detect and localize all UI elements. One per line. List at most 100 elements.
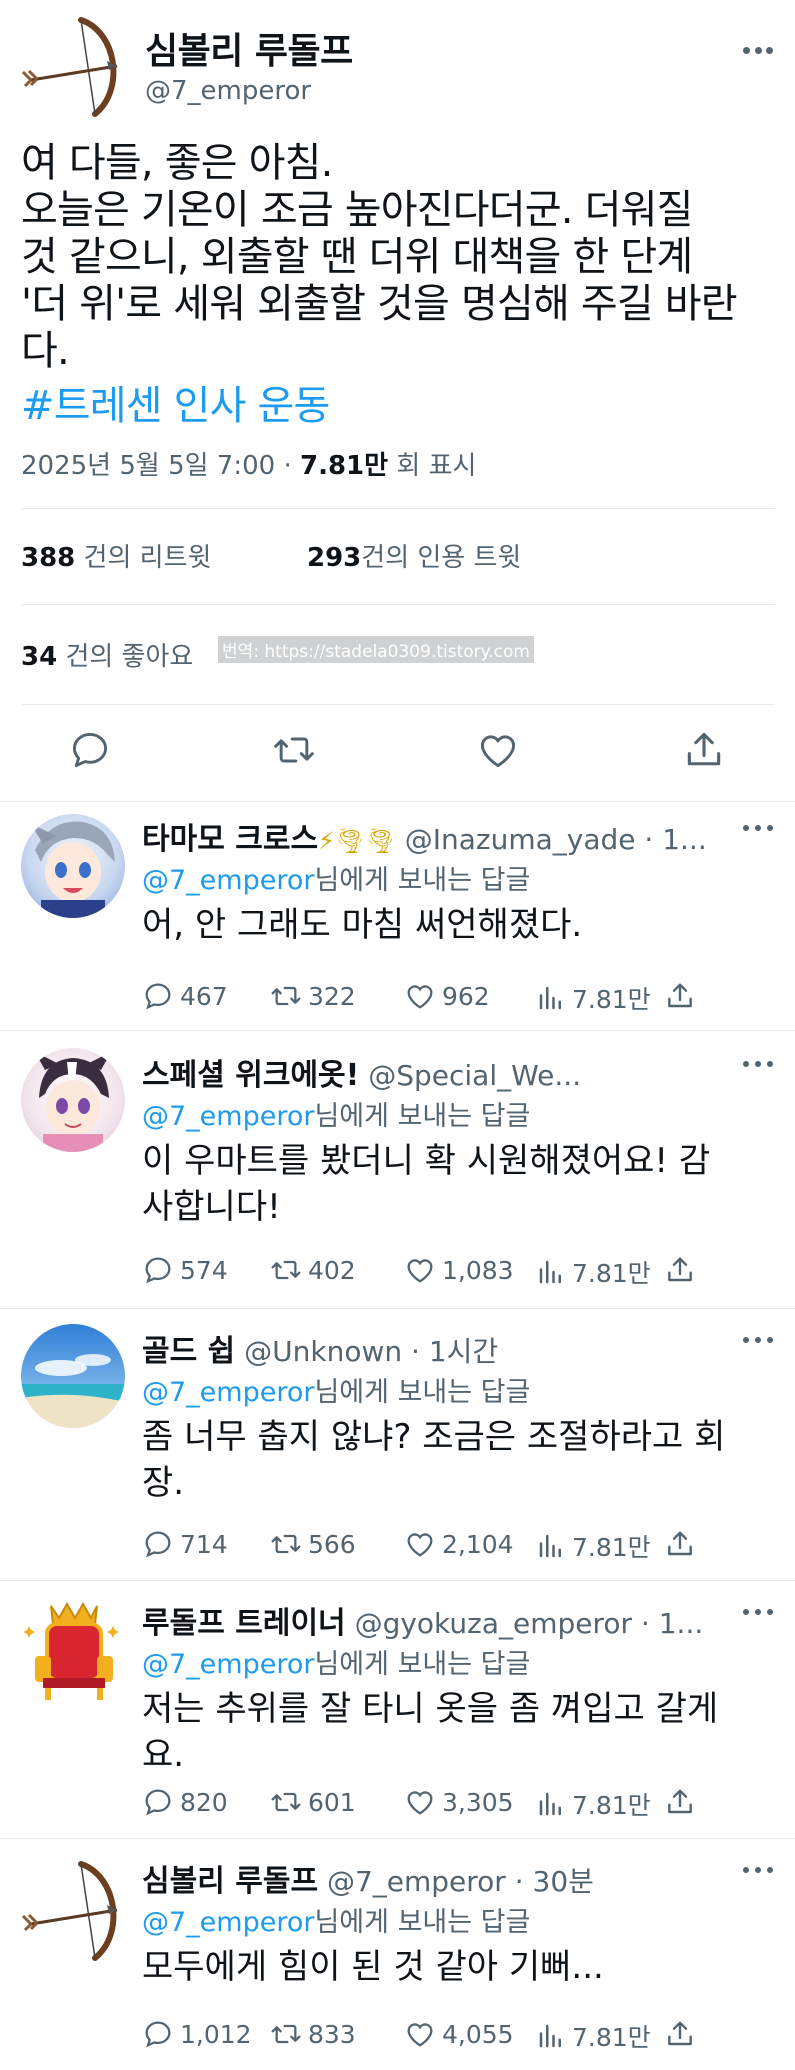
reply-header: 타마모 크로스⚡🌪🌪 @Inazuma_yade · 1... xyxy=(142,814,732,858)
share-button[interactable] xyxy=(682,728,726,772)
view-count: 7.81만 xyxy=(300,451,389,481)
retweet-count-button[interactable]: 601 xyxy=(270,1786,356,1818)
more-options-button[interactable] xyxy=(743,1602,773,1622)
divider xyxy=(21,508,775,509)
share-button[interactable] xyxy=(664,2018,696,2050)
bow-arrow-icon xyxy=(21,1861,118,1961)
avatar[interactable] xyxy=(21,814,125,918)
retweet-stat[interactable]: 388 건의 리트윗 xyxy=(21,537,211,574)
views-button[interactable]: 7.81만 xyxy=(536,1786,651,1822)
reply-header: 루돌프 트레이너 @gyokuza_emperor · 1... xyxy=(142,1598,732,1642)
author-name[interactable]: 심볼리 루돌프 xyxy=(145,22,353,74)
reply-author-handle[interactable]: @Special_We... xyxy=(368,1059,581,1092)
like-count: 1,083 xyxy=(442,1255,514,1285)
like-stat[interactable]: 34 건의 좋아요 xyxy=(21,636,193,673)
retweet-button[interactable] xyxy=(272,728,316,772)
reply-tweet[interactable]: 스페셜 위크에옷! @Special_We... @7_emperor님에게 보… xyxy=(0,1040,795,1306)
more-options-button[interactable] xyxy=(743,818,773,838)
like-count-button[interactable]: 4,055 xyxy=(404,2018,514,2050)
heart-icon xyxy=(480,735,516,768)
reply-author-name[interactable]: 타마모 크로스 xyxy=(142,822,318,857)
replying-to-link[interactable]: @7_emperor xyxy=(142,1907,314,1938)
reply-author-handle[interactable]: @gyokuza_emperor · 1... xyxy=(355,1607,704,1640)
replying-to-link[interactable]: @7_emperor xyxy=(142,1649,314,1680)
reply-count: 820 xyxy=(180,1787,228,1817)
reply-count-button[interactable]: 714 xyxy=(142,1528,228,1560)
views-button[interactable]: 7.81만 xyxy=(536,2018,651,2054)
retweet-count-button[interactable]: 402 xyxy=(270,1254,356,1286)
more-icon xyxy=(743,1061,749,1067)
reply-text: 이 우마트를 봤더니 확 시원해졌어요! 감 사합니다! xyxy=(142,1138,762,1230)
share-button[interactable] xyxy=(664,980,696,1012)
reply-author-handle[interactable]: @Unknown · 1시간 xyxy=(244,1335,498,1368)
reply-count-button[interactable]: 574 xyxy=(142,1254,228,1286)
divider xyxy=(0,1308,795,1309)
reply-author-handle[interactable]: @Inazuma_yade · 1... xyxy=(405,823,707,856)
reply-text-line: 저는 추위를 잘 타니 옷을 좀 껴입고 갈게 xyxy=(142,1689,719,1729)
like-count-button[interactable]: 3,305 xyxy=(404,1786,514,1818)
reply-actions: 574 402 1,083 7.81만 xyxy=(142,1254,702,1294)
reply-tweet[interactable]: 루돌프 트레이너 @gyokuza_emperor · 1... @7_empe… xyxy=(0,1588,795,1836)
retweet-count-button[interactable]: 566 xyxy=(270,1528,356,1560)
reply-tweet[interactable]: 골드 쉽 @Unknown · 1시간 @7_emperor님에게 보내는 답글… xyxy=(0,1316,795,1582)
tweet-text-line: 오늘은 기온이 조금 높아진다더군. 더워질 xyxy=(21,187,693,233)
reply-tweet[interactable]: 타마모 크로스⚡🌪🌪 @Inazuma_yade · 1... @7_emper… xyxy=(0,804,795,1030)
reply-tweet[interactable]: 심볼리 루돌프 @7_emperor · 30분 @7_emperor님에게 보… xyxy=(0,1846,795,2070)
tweet-date[interactable]: 2025년 5월 5일 7:00 · xyxy=(21,451,292,481)
reply-icon xyxy=(145,983,171,1010)
views-button[interactable]: 7.81만 xyxy=(536,1254,651,1290)
avatar[interactable] xyxy=(21,1598,125,1702)
replying-to-link[interactable]: @7_emperor xyxy=(142,1101,314,1132)
views-button[interactable]: 7.81만 xyxy=(536,980,651,1016)
main-avatar[interactable] xyxy=(21,14,125,118)
retweet-count: 601 xyxy=(308,1787,356,1817)
retweet-count-button[interactable]: 322 xyxy=(270,980,356,1012)
reply-count-button[interactable]: 1,012 xyxy=(142,2018,252,2050)
author-handle[interactable]: @7_emperor xyxy=(145,76,311,106)
divider xyxy=(0,801,795,802)
avatar[interactable] xyxy=(21,1048,125,1152)
tweet-text-line: '더 위'로 세워 외출할 것을 명심해 주길 바란 xyxy=(21,281,738,327)
reply-button[interactable] xyxy=(68,728,112,772)
more-options-button[interactable] xyxy=(743,40,773,60)
reply-count-button[interactable]: 467 xyxy=(142,980,228,1012)
tweet-text-line: 것 같으니, 외출할 땐 더위 대책을 한 단계 xyxy=(21,234,693,280)
name-emoji: ⚡🌪🌪 xyxy=(318,827,396,855)
heart-icon xyxy=(407,2023,433,2047)
reply-text-line: 이 우마트를 봤더니 확 시원해졌어요! 감 xyxy=(142,1141,711,1181)
quote-stat[interactable]: 293건의 인용 트윗 xyxy=(307,537,521,574)
views-button[interactable]: 7.81만 xyxy=(536,1528,651,1564)
reply-count-button[interactable]: 820 xyxy=(142,1786,228,1818)
reply-author-name[interactable]: 스페셜 위크에옷! xyxy=(142,1058,359,1093)
reply-count: 714 xyxy=(180,1529,228,1559)
like-count: 4,055 xyxy=(442,2019,514,2049)
more-options-button[interactable] xyxy=(743,1330,773,1350)
reply-text-line: 모두에게 힘이 된 것 같아 기뻐... xyxy=(142,1947,604,1987)
share-button[interactable] xyxy=(664,1786,696,1818)
retweet-count-button[interactable]: 833 xyxy=(270,2018,356,2050)
share-button[interactable] xyxy=(664,1528,696,1560)
avatar[interactable] xyxy=(21,1858,125,1962)
reply-icon xyxy=(145,1257,171,1284)
like-button[interactable] xyxy=(476,728,520,772)
more-options-button[interactable] xyxy=(743,1054,773,1074)
reply-text: 모두에게 힘이 된 것 같아 기뻐... xyxy=(142,1944,762,1990)
like-count-button[interactable]: 2,104 xyxy=(404,1528,514,1560)
reply-author-name[interactable]: 골드 쉽 xyxy=(142,1334,235,1369)
reply-author-name[interactable]: 심볼리 루돌프 xyxy=(142,1864,318,1899)
reply-author-handle[interactable]: @7_emperor · 30분 xyxy=(327,1865,594,1898)
retweet-icon xyxy=(271,1792,301,1812)
like-count-button[interactable]: 1,083 xyxy=(404,1254,514,1286)
divider xyxy=(21,604,775,605)
more-icon xyxy=(743,825,749,831)
divider xyxy=(0,1030,795,1031)
retweet-icon xyxy=(271,2024,301,2044)
replying-to-link[interactable]: @7_emperor xyxy=(142,865,314,896)
avatar[interactable] xyxy=(21,1324,125,1428)
replying-to-link[interactable]: @7_emperor xyxy=(142,1377,314,1408)
like-count-button[interactable]: 962 xyxy=(404,980,490,1012)
share-button[interactable] xyxy=(664,1254,696,1286)
more-options-button[interactable] xyxy=(743,1860,773,1880)
hashtag-link[interactable]: #트레센 인사 운동 xyxy=(21,373,330,431)
reply-author-name[interactable]: 루돌프 트레이너 xyxy=(142,1606,346,1641)
